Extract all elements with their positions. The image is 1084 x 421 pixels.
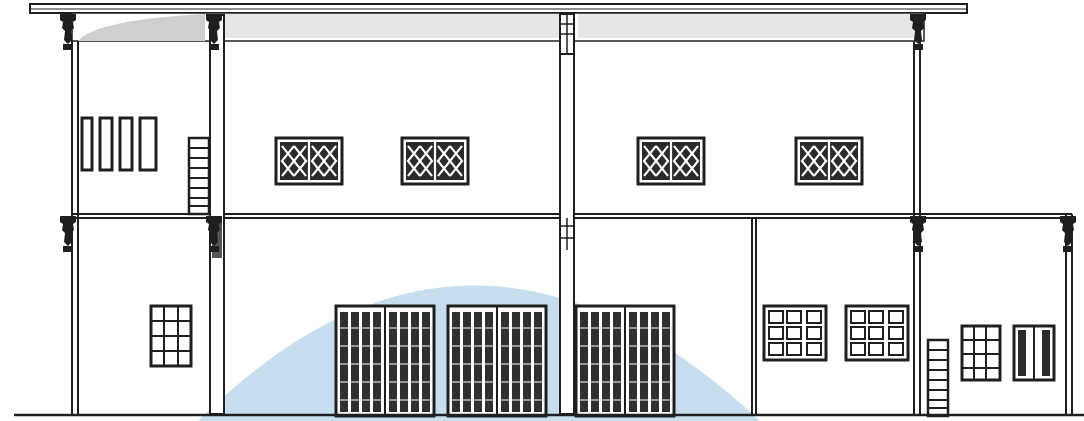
- grid-window-icon: [762, 304, 910, 362]
- ladder-window-icon: [926, 338, 950, 418]
- shutter-door-icon: [334, 304, 676, 418]
- building-elevation-drawing: [14, 3, 1084, 421]
- annex-window-2: [1012, 324, 1056, 382]
- ground-window-left: [149, 304, 193, 368]
- ladder-window-icon: [187, 136, 211, 216]
- annex-window-1: [960, 324, 1002, 382]
- slot-windows: [80, 116, 158, 172]
